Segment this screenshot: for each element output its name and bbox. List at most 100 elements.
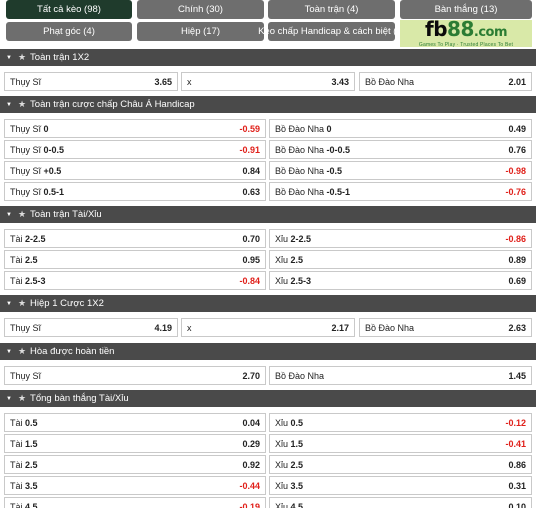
tab-handicap[interactable]: Kèo chấp Handicap & cách biệt (4): [258, 22, 405, 41]
odds-cell[interactable]: Tài 4.5 -0.19: [4, 497, 266, 508]
odds-cell[interactable]: Xỉu 1.5 -0.41: [269, 434, 532, 453]
handicap-line: 2.5: [25, 254, 38, 265]
odds-cell[interactable]: Thụy Sĩ 2.70: [4, 366, 266, 385]
odds-cell[interactable]: Bồ Đào Nha 2.63: [359, 318, 532, 337]
odds-cell[interactable]: Tài 2.5 0.95: [4, 250, 266, 269]
odds-value: 3.65: [154, 76, 172, 87]
section-header[interactable]: ▼ ★ Toàn trận 1X2: [0, 49, 536, 66]
logo-wordmark: fb88.com: [425, 16, 508, 41]
tab-all-markets[interactable]: Tất cả kèo (98): [6, 0, 132, 19]
selection-label: Bồ Đào Nha: [275, 371, 508, 381]
section-header[interactable]: ▼ ★ Hiệp 1 Cược 1X2: [0, 295, 536, 312]
favorite-star-icon[interactable]: ★: [18, 346, 26, 357]
odds-value: 0.63: [242, 186, 260, 197]
collapse-triangle-icon[interactable]: ▼: [6, 102, 12, 108]
selection-label: Tài 2.5: [10, 460, 242, 470]
selection-label: Tài 2-2.5: [10, 234, 242, 244]
odds-value: 0.49: [508, 123, 526, 134]
odds-value: 0.89: [508, 254, 526, 265]
odds-cell[interactable]: Xỉu 2.5-3 0.69: [269, 271, 532, 290]
section-header[interactable]: ▼ ★ Tổng bàn thắng Tài/Xỉu: [0, 390, 536, 407]
odds-cell[interactable]: Bồ Đào Nha -0-0.5 0.76: [269, 140, 532, 159]
odds-cell[interactable]: Thụy Sĩ 0.5-1 0.63: [4, 182, 266, 201]
favorite-star-icon[interactable]: ★: [18, 298, 26, 309]
handicap-line: 0: [326, 123, 332, 134]
odds-cell[interactable]: Bồ Đào Nha 2.01: [359, 72, 532, 91]
collapse-triangle-icon[interactable]: ▼: [6, 301, 12, 307]
fb88-logo[interactable]: fb88.com Games To Play · Trusted Places …: [400, 16, 532, 48]
odds-cell[interactable]: Bồ Đào Nha 1.45: [269, 366, 532, 385]
odds-value: -0.41: [505, 438, 526, 449]
tab-main[interactable]: Chính (30): [137, 0, 264, 19]
market-tabs: Tất cả kèo (98) Chính (30) Toàn trận (4)…: [0, 0, 536, 48]
odds-cell[interactable]: Xỉu 4.5 0.10: [269, 497, 532, 508]
selection-name: Thụy Sĩ: [10, 186, 42, 197]
selection-label: Bồ Đào Nha -0-0.5: [275, 145, 508, 155]
selection-label: x: [187, 323, 331, 333]
selection-name: Thụy Sĩ: [10, 123, 42, 134]
selection-label: Thụy Sĩ 0.5-1: [10, 187, 242, 197]
odds-value: -0.59: [239, 123, 260, 134]
odds-cell[interactable]: Bồ Đào Nha 0 0.49: [269, 119, 532, 138]
collapse-triangle-icon[interactable]: ▼: [6, 396, 12, 402]
tab-half[interactable]: Hiệp (17): [137, 22, 264, 41]
odds-row: Tài 1.5 0.29 Xỉu 1.5 -0.41: [0, 434, 536, 453]
odds-cell[interactable]: Bồ Đào Nha -0.5-1 -0.76: [269, 182, 532, 201]
odds-cell[interactable]: x 2.17: [181, 318, 355, 337]
handicap-line: 2-2.5: [290, 233, 312, 244]
section-header[interactable]: ▼ ★ Toàn trận cược chấp Châu Á Handicap: [0, 96, 536, 113]
odds-cell[interactable]: Tài 0.5 0.04: [4, 413, 266, 432]
collapse-triangle-icon[interactable]: ▼: [6, 349, 12, 355]
odds-cell[interactable]: Tài 2.5 0.92: [4, 455, 266, 474]
selection-name: Bồ Đào Nha: [275, 186, 325, 197]
selection-name: Tài: [10, 438, 23, 449]
collapse-triangle-icon[interactable]: ▼: [6, 55, 12, 61]
odds-row: Tài 4.5 -0.19 Xỉu 4.5 0.10: [0, 497, 536, 508]
odds-value: 0.86: [508, 459, 526, 470]
selection-name: Xỉu: [275, 275, 289, 286]
handicap-line: 1.5: [290, 438, 304, 449]
selection-label: Thụy Sĩ: [10, 323, 154, 333]
tab-full-time[interactable]: Toàn trận (4): [268, 0, 395, 19]
odds-cell[interactable]: Tài 1.5 0.29: [4, 434, 266, 453]
odds-cell[interactable]: Tài 2.5-3 -0.84: [4, 271, 266, 290]
selection-name: x: [187, 322, 192, 333]
selection-name: Xỉu: [275, 254, 289, 265]
odds-cell[interactable]: Thụy Sĩ 0-0.5 -0.91: [4, 140, 266, 159]
odds-cell[interactable]: Tài 3.5 -0.44: [4, 476, 266, 495]
selection-name: Xỉu: [275, 233, 289, 244]
odds-value: -0.98: [505, 165, 526, 176]
selection-name: Tài: [10, 459, 23, 470]
favorite-star-icon[interactable]: ★: [18, 393, 26, 404]
tab-corners[interactable]: Phạt góc (4): [6, 22, 132, 41]
odds-value: 0.31: [508, 480, 526, 491]
odds-cell[interactable]: Xỉu 2-2.5 -0.86: [269, 229, 532, 248]
collapse-triangle-icon[interactable]: ▼: [6, 212, 12, 218]
odds-cell[interactable]: Xỉu 2.5 0.89: [269, 250, 532, 269]
selection-name: Bồ Đào Nha: [275, 370, 325, 381]
section-title: Hòa được hoàn tiền: [30, 346, 115, 357]
handicap-line: 2.5: [290, 459, 304, 470]
selection-label: Tài 2.5-3: [10, 276, 239, 286]
odds-cell[interactable]: Tài 2-2.5 0.70: [4, 229, 266, 248]
section-header[interactable]: ▼ ★ Hòa được hoàn tiền: [0, 343, 536, 360]
odds-value: 0.29: [242, 438, 260, 449]
odds-cell[interactable]: Thụy Sĩ 3.65: [4, 72, 178, 91]
favorite-star-icon[interactable]: ★: [18, 52, 26, 63]
odds-cell[interactable]: Thụy Sĩ +0.5 0.84: [4, 161, 266, 180]
odds-cell[interactable]: Xỉu 0.5 -0.12: [269, 413, 532, 432]
odds-cell[interactable]: Bồ Đào Nha -0.5 -0.98: [269, 161, 532, 180]
odds-cell[interactable]: x 3.43: [181, 72, 355, 91]
odds-row: Tài 2.5 0.95 Xỉu 2.5 0.89: [0, 250, 536, 269]
selection-name: Thụy Sĩ: [10, 370, 42, 381]
selection-label: Bồ Đào Nha 0: [275, 124, 508, 134]
odds-cell[interactable]: Thụy Sĩ 4.19: [4, 318, 178, 337]
favorite-star-icon[interactable]: ★: [18, 99, 26, 110]
odds-cell[interactable]: Xỉu 2.5 0.86: [269, 455, 532, 474]
section-header[interactable]: ▼ ★ Toàn trận Tài/Xỉu: [0, 206, 536, 223]
favorite-star-icon[interactable]: ★: [18, 209, 26, 220]
odds-cell[interactable]: Xỉu 3.5 0.31: [269, 476, 532, 495]
selection-name: x: [187, 76, 192, 87]
odds-cell[interactable]: Thụy Sĩ 0 -0.59: [4, 119, 266, 138]
odds-value: 2.70: [242, 370, 260, 381]
